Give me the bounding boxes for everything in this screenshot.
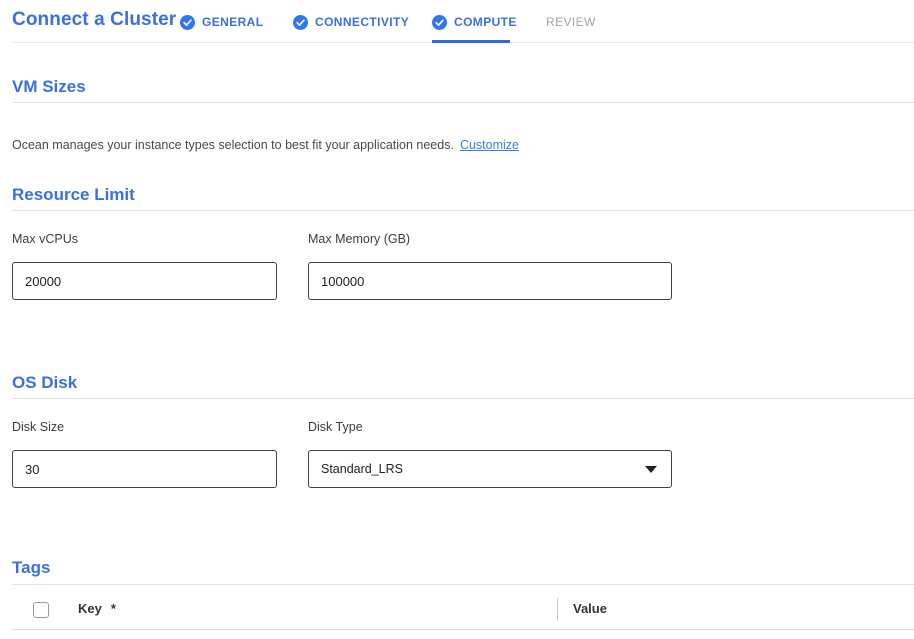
column-separator [557,598,558,620]
connect-cluster-page: Connect a Cluster GENERAL CONNECTIVITY C… [0,0,914,639]
active-tab-underline [432,40,510,43]
check-circle-icon [432,15,447,30]
required-asterisk: * [111,601,116,616]
tags-value-column-header: Value [573,601,607,616]
caret-down-icon [645,466,657,473]
os-disk-heading: OS Disk [12,373,77,393]
disk-type-select[interactable]: Standard_LRS [308,450,672,488]
vm-sizes-heading: VM Sizes [12,77,86,97]
customize-link[interactable]: Customize [460,138,519,152]
tab-connectivity[interactable]: CONNECTIVITY [293,13,409,31]
section-divider [12,210,914,211]
max-memory-label: Max Memory (GB) [308,232,410,246]
tab-label: CONNECTIVITY [315,15,409,29]
tags-header-bottom-border [12,629,914,630]
tab-compute[interactable]: COMPUTE [432,13,517,31]
tab-general[interactable]: GENERAL [180,13,263,31]
max-memory-input[interactable] [308,262,672,300]
disk-type-label: Disk Type [308,420,363,434]
tab-review[interactable]: REVIEW [546,13,596,31]
check-circle-icon [180,15,195,30]
tab-label: GENERAL [202,15,263,29]
key-header-label: Key [78,601,102,616]
disk-type-selected-value: Standard_LRS [321,462,645,476]
tags-heading: Tags [12,558,50,578]
tab-label: REVIEW [546,15,596,29]
section-divider [12,398,914,399]
select-all-checkbox[interactable] [33,602,49,618]
tab-label: COMPUTE [454,15,517,29]
section-divider [12,584,914,585]
tags-key-column-header: Key * [78,601,116,616]
max-vcpus-label: Max vCPUs [12,232,78,246]
section-divider [12,102,914,103]
vm-sizes-description-text: Ocean manages your instance types select… [12,138,454,152]
max-vcpus-input[interactable] [12,262,277,300]
vm-sizes-description: Ocean manages your instance types select… [12,138,519,152]
disk-size-label: Disk Size [12,420,64,434]
disk-size-input[interactable] [12,450,277,488]
check-circle-icon [293,15,308,30]
page-title: Connect a Cluster [12,9,176,31]
resource-limit-heading: Resource Limit [12,185,135,205]
